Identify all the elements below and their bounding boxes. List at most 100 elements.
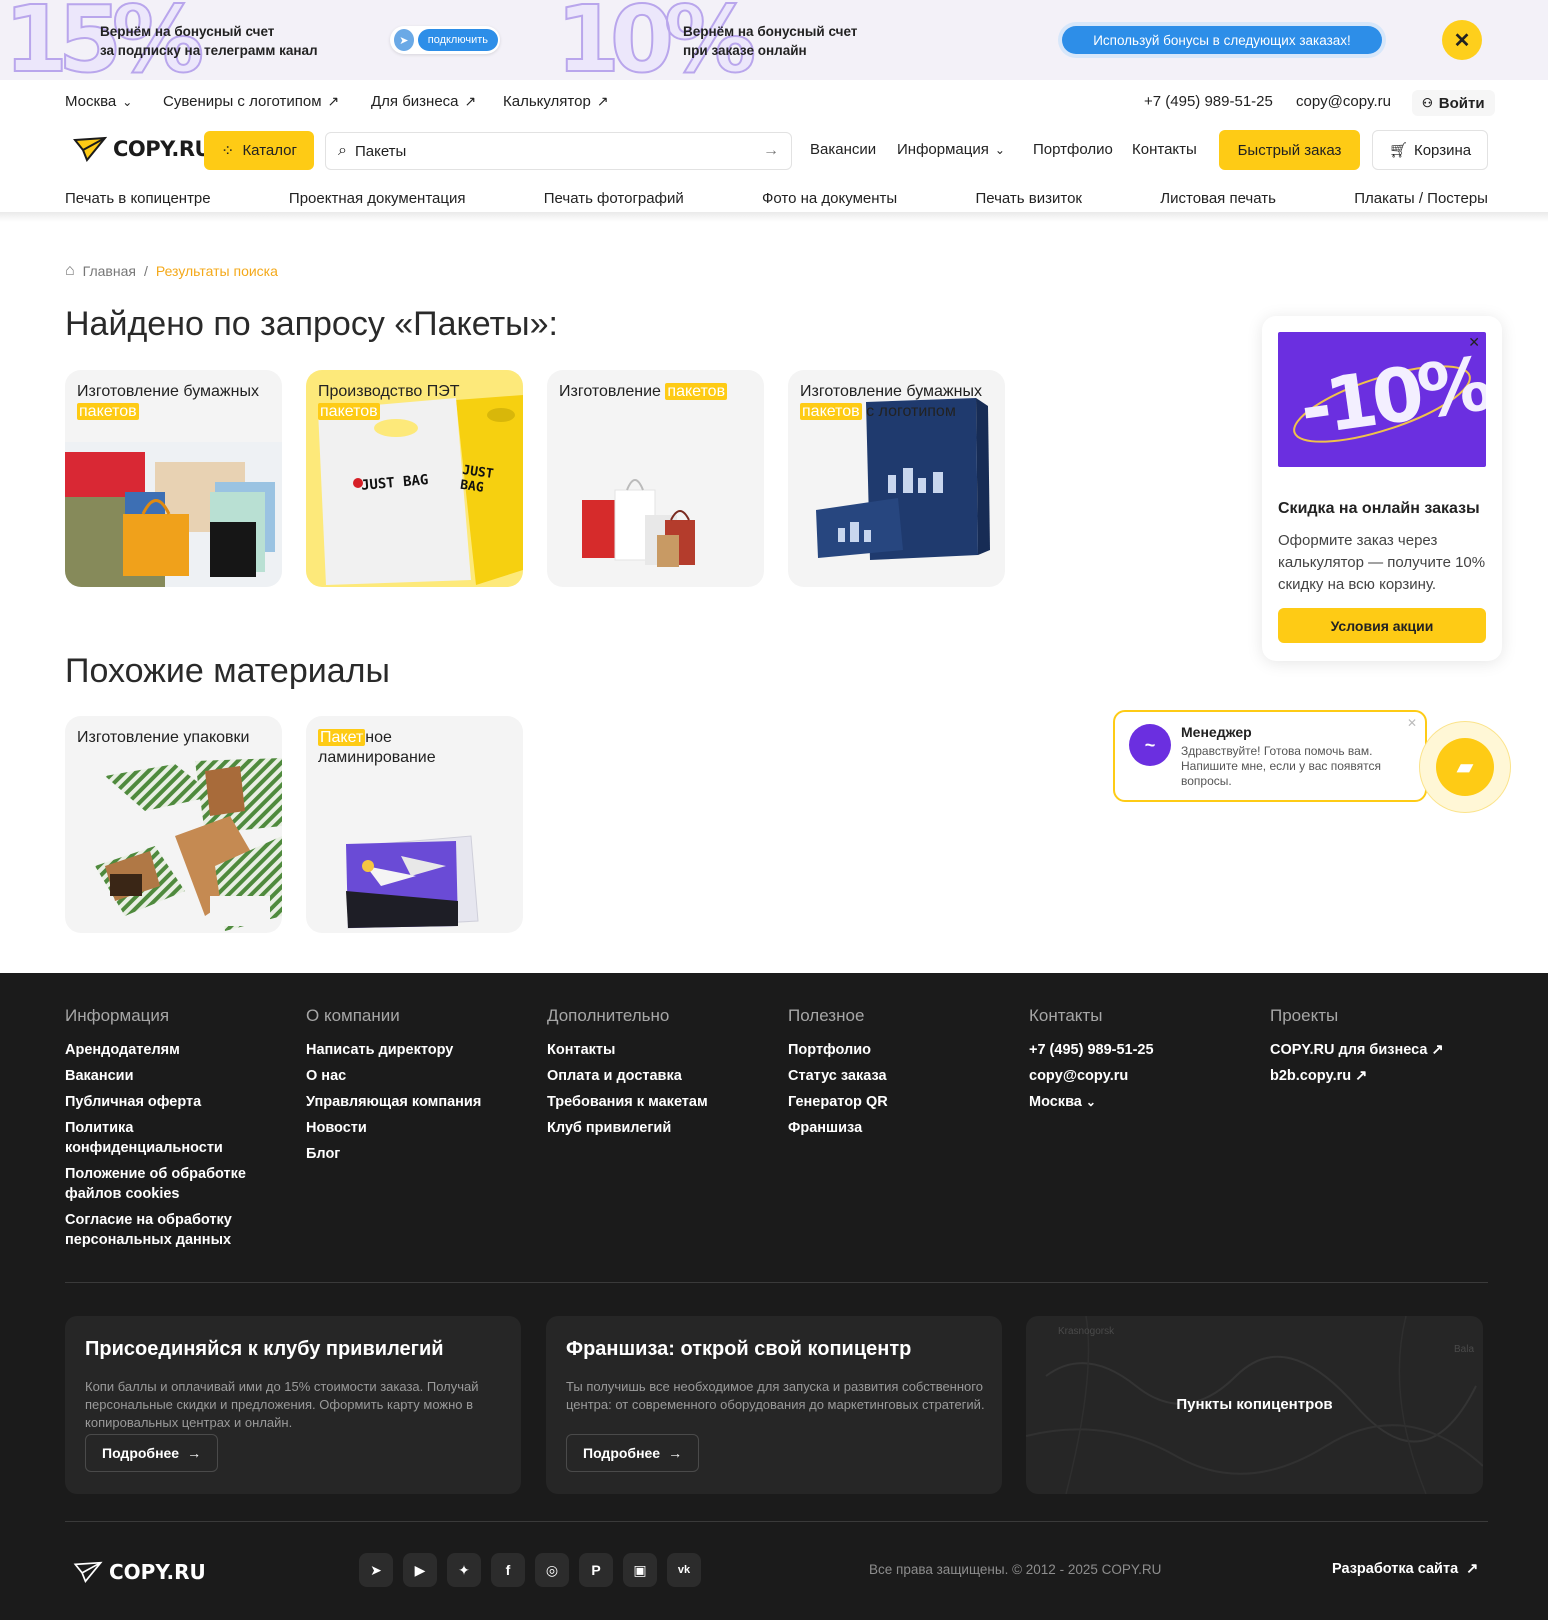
city-selector[interactable]: Москва ⌄	[65, 93, 132, 110]
footer-link[interactable]: Новости	[306, 1118, 506, 1138]
chat-icon[interactable]: ▣	[623, 1553, 657, 1587]
nav-souvenirs-link[interactable]: Сувениры с логотипом ↗	[163, 93, 339, 110]
nav-contacts[interactable]: Контакты	[1132, 141, 1197, 158]
footer-link[interactable]: Оплата и доставка	[547, 1066, 747, 1086]
footer-link[interactable]: Клуб привилегий	[547, 1118, 747, 1138]
nav-business-link[interactable]: Для бизнеса ↗	[371, 93, 476, 110]
footer-link[interactable]: Публичная оферта	[65, 1092, 265, 1112]
footer-link[interactable]: Блог	[306, 1144, 506, 1164]
nav-vacancies[interactable]: Вакансии	[810, 141, 876, 158]
franchise-card: Франшиза: открой свой копицентр Ты получ…	[546, 1316, 1002, 1494]
close-icon: ✕	[1453, 29, 1471, 52]
facebook-icon[interactable]: f	[491, 1553, 525, 1587]
footer-link[interactable]: COPY.RU для бизнеса ↗	[1270, 1040, 1470, 1060]
pinterest-icon[interactable]: P	[579, 1553, 613, 1587]
category-copycenter[interactable]: Печать в копицентре	[65, 190, 211, 207]
arrow-right-icon[interactable]: →	[763, 142, 779, 160]
paper-bags-image	[65, 442, 282, 587]
footer-link[interactable]: Вакансии	[65, 1066, 265, 1086]
footer-column-title: Полезное	[788, 1006, 865, 1025]
similar-card[interactable]: Изготовление упаковки	[65, 716, 282, 933]
instagram-icon[interactable]: ◎	[535, 1553, 569, 1587]
footer-divider	[65, 1282, 1488, 1283]
footer-link[interactable]: Написать директору	[306, 1040, 506, 1060]
telegram-icon[interactable]: ➤	[359, 1553, 393, 1587]
franchise-more-button[interactable]: Подробнее →	[566, 1434, 700, 1472]
footer-link[interactable]: Арендодателям	[65, 1040, 265, 1060]
search-bar[interactable]: ⌕ Пакеты →	[325, 132, 792, 170]
footer-link[interactable]: Статус заказа	[788, 1066, 988, 1086]
footer-email-link[interactable]: copy@copy.ru	[1029, 1066, 1229, 1086]
footer-link[interactable]: Требования к макетам	[547, 1092, 747, 1112]
result-card[interactable]: Изготовление пакетов	[547, 370, 764, 587]
footer-column-title: О компании	[306, 1006, 400, 1025]
result-card-title: Изготовление пакетов	[559, 382, 754, 402]
footer-column-title: Информация	[65, 1006, 170, 1025]
telegram-connect-button[interactable]: ➤ подключить	[390, 26, 500, 54]
footer-link[interactable]: Контакты	[547, 1040, 747, 1060]
cart-label: Корзина	[1413, 141, 1472, 159]
category-project-docs[interactable]: Проектная документация	[289, 190, 466, 207]
breadcrumb: ⌂ Главная / Результаты поиска	[65, 262, 278, 280]
footer-link[interactable]: Политика конфиденциальности	[65, 1118, 225, 1158]
search-input[interactable]: Пакеты	[355, 143, 763, 160]
footer-link[interactable]: Положение об обработке файлов cookies	[65, 1164, 255, 1204]
club-more-label: Подробнее	[102, 1445, 180, 1461]
result-card[interactable]: Изготовление бумажных пакетов	[65, 370, 282, 587]
youtube-icon[interactable]: ▶	[403, 1553, 437, 1587]
footer-logo[interactable]: COPY.RU	[73, 1560, 206, 1584]
use-bonuses-button[interactable]: Используй бонусы в следующих заказах!	[1062, 26, 1382, 54]
copy-points-map-card[interactable]: Krasnogorsk Bala Пункты копицентров	[1026, 1316, 1483, 1494]
page: 15% Вернём на бонусный счет за подписку …	[0, 0, 1560, 1620]
category-id-photo[interactable]: Фото на документы	[762, 190, 897, 207]
footer-city-selector[interactable]: Москва ⌄	[1029, 1092, 1229, 1112]
result-card-title: Производство ПЭТ пакетов	[318, 382, 513, 422]
footer-link[interactable]: Франшиза	[788, 1118, 988, 1138]
site-development-link[interactable]: Разработка сайта ↗	[1332, 1561, 1478, 1577]
result-card[interactable]: Изготовление бумажных пакетов с логотипо…	[788, 370, 1005, 587]
login-button[interactable]: ⚇ Войти	[1412, 90, 1495, 116]
club-more-button[interactable]: Подробнее →	[85, 1434, 219, 1472]
header-email-link[interactable]: copy@copy.ru	[1296, 93, 1391, 110]
vk-icon[interactable]: vk	[667, 1553, 701, 1587]
telegram-connect-label: подключить	[417, 29, 498, 51]
quick-order-button[interactable]: Быстрый заказ	[1219, 130, 1360, 170]
nav-business-label: Для бизнеса	[371, 93, 459, 110]
footer-column-contacts: Контакты +7 (495) 989-51-25 copy@copy.ru…	[1029, 1006, 1229, 1118]
catalog-button[interactable]: ⁘ Каталог	[204, 131, 314, 170]
breadcrumb-home[interactable]: Главная	[83, 263, 136, 279]
result-card[interactable]: Производство ПЭТ пакетов JUST BAG JUST B…	[306, 370, 523, 587]
category-sheet-print[interactable]: Листовая печать	[1160, 190, 1276, 207]
footer-column-useful: Полезное Портфолио Статус заказа Генерат…	[788, 1006, 988, 1144]
nav-calculator-link[interactable]: Калькулятор ↗	[503, 93, 609, 110]
footer-link[interactable]: Управляющая компания	[306, 1092, 506, 1112]
category-posters[interactable]: Плакаты / Постеры	[1354, 190, 1488, 207]
promo-terms-button[interactable]: Условия акции	[1278, 608, 1486, 643]
category-nav: Печать в копицентре Проектная документац…	[65, 190, 1488, 207]
footer-phone-link[interactable]: +7 (495) 989-51-25	[1029, 1040, 1229, 1060]
footer-link[interactable]: b2b.copy.ru ↗	[1270, 1066, 1470, 1086]
home-icon[interactable]: ⌂	[65, 262, 75, 280]
title-text: Изготовление	[559, 383, 666, 400]
logo[interactable]: COPY.RU	[73, 136, 212, 162]
star-icon[interactable]: ✦	[447, 1553, 481, 1587]
breadcrumb-separator: /	[143, 263, 148, 279]
nav-portfolio[interactable]: Портфолио	[1033, 141, 1113, 158]
close-icon[interactable]: ✕	[1407, 716, 1417, 730]
footer-link[interactable]: Портфолио	[788, 1040, 988, 1060]
footer-link[interactable]: Согласие на обработку персональных данны…	[65, 1210, 255, 1250]
banner-close-button[interactable]: ✕	[1442, 20, 1482, 60]
cart-button[interactable]: 🛒︎ Корзина	[1372, 130, 1488, 170]
close-icon[interactable]: ✕	[1468, 334, 1480, 351]
footer-link[interactable]: Генератор QR	[788, 1092, 988, 1112]
header-phone-link[interactable]: +7 (495) 989-51-25	[1144, 93, 1273, 110]
logo-plane-icon	[73, 1561, 103, 1583]
chat-bubble[interactable]: ~ Менеджер Здравствуйте! Готова помочь в…	[1113, 710, 1427, 802]
footer-link[interactable]: О нас	[306, 1066, 506, 1086]
category-business-cards[interactable]: Печать визиток	[975, 190, 1082, 207]
nav-information[interactable]: Информация ⌄	[897, 141, 1005, 158]
banner-text-1: Вернём на бонусный счет за подписку на т…	[100, 22, 318, 60]
category-photo-print[interactable]: Печать фотографий	[544, 190, 684, 207]
similar-card[interactable]: Пакет ное ламинирование	[306, 716, 523, 933]
chat-launcher-button[interactable]: ▰	[1436, 738, 1494, 796]
